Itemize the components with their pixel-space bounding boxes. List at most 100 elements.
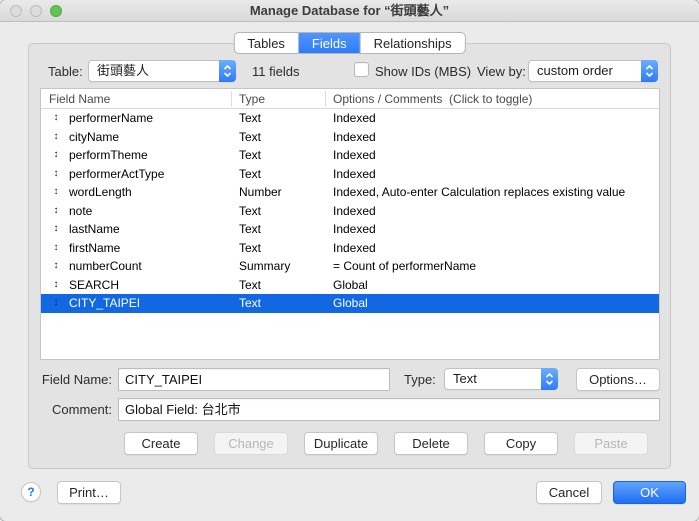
field-name-cell: note: [69, 203, 93, 218]
field-row[interactable]: ↕ lastName Text Indexed: [41, 220, 659, 239]
field-name-input[interactable]: CITY_TAIPEI: [118, 368, 390, 391]
cancel-button[interactable]: Cancel: [536, 481, 602, 504]
field-options-cell[interactable]: Global: [333, 294, 368, 313]
drag-handle-icon[interactable]: ↕: [50, 183, 62, 202]
field-name-cell: performerActType: [69, 166, 165, 181]
field-name-cell: SEARCH: [69, 277, 120, 292]
drag-handle-icon[interactable]: ↕: [50, 109, 62, 128]
field-name-cell: performerName: [69, 111, 154, 125]
field-name-cell: performTheme: [69, 148, 148, 162]
drag-handle-icon[interactable]: ↕: [50, 202, 62, 221]
column-header-field-name[interactable]: Field Name: [49, 89, 110, 109]
field-type-cell: Text: [239, 203, 262, 218]
field-options-cell[interactable]: Indexed: [333, 239, 376, 258]
column-divider: [231, 91, 232, 107]
drag-handle-icon[interactable]: ↕: [50, 239, 62, 258]
field-row[interactable]: ↕ performTheme Text Indexed: [41, 146, 659, 165]
comment-label: Comment:: [52, 402, 112, 417]
action-button-row: Create Change Duplicate Delete Copy Paste: [124, 432, 648, 455]
column-header-type[interactable]: Type: [239, 89, 265, 109]
field-type-cell: Text: [239, 148, 262, 162]
field-row[interactable]: ↕ numberCount Summary = Count of perform…: [41, 257, 659, 276]
field-list-rows: ↕ performerName Text Indexed ↕ cityName …: [41, 109, 659, 359]
field-row[interactable]: ↕ SEARCH Text Global: [41, 276, 659, 295]
popup-stepper-icon: [219, 60, 236, 82]
tab-fields[interactable]: Fields: [298, 33, 361, 53]
field-options-cell[interactable]: Global: [333, 276, 368, 295]
drag-handle-icon[interactable]: ↕: [50, 165, 62, 184]
column-header-options[interactable]: Options / Comments (Click to toggle): [333, 89, 532, 109]
help-button[interactable]: ?: [21, 482, 41, 502]
field-name-cell: cityName: [69, 129, 120, 144]
field-row[interactable]: ↕ cityName Text Indexed: [41, 128, 659, 147]
drag-handle-icon[interactable]: ↕: [50, 128, 62, 147]
view-by-label: View by:: [477, 64, 526, 79]
window-title: Manage Database for “街頭藝人”: [249, 3, 450, 18]
field-options-cell[interactable]: Indexed, Auto-enter Calculation replaces…: [333, 183, 625, 202]
field-row[interactable]: ↕ performerActType Text Indexed: [41, 165, 659, 184]
field-type-cell: Text: [239, 129, 262, 144]
field-options-cell[interactable]: Indexed: [333, 128, 376, 147]
copy-button[interactable]: Copy: [484, 432, 558, 455]
field-options-cell[interactable]: Indexed: [333, 109, 376, 128]
comment-input[interactable]: Global Field: 台北市: [118, 398, 660, 421]
drag-handle-icon[interactable]: ↕: [50, 220, 62, 239]
field-row[interactable]: ↕ CITY_TAIPEI Text Global: [41, 294, 659, 313]
popup-stepper-icon: [641, 60, 658, 82]
field-name-cell: firstName: [69, 240, 121, 255]
field-name-cell: CITY_TAIPEI: [69, 296, 141, 310]
title-bar: Manage Database for “街頭藝人”: [0, 0, 699, 22]
field-row[interactable]: ↕ performerName Text Indexed: [41, 109, 659, 128]
field-type-cell: Text: [239, 222, 262, 236]
type-popup[interactable]: Text: [444, 368, 558, 390]
traffic-lights: [10, 5, 62, 17]
drag-handle-icon[interactable]: ↕: [50, 276, 62, 295]
view-by-popup[interactable]: custom order: [528, 60, 658, 82]
field-type-cell: Text: [239, 277, 262, 292]
field-type-cell: Number: [239, 185, 282, 199]
zoom-button[interactable]: [50, 5, 62, 17]
field-options-cell[interactable]: Indexed: [333, 146, 376, 165]
minimize-button[interactable]: [30, 5, 42, 17]
field-list-header[interactable]: Field Name Type Options / Comments (Clic…: [41, 89, 659, 109]
ok-button[interactable]: OK: [613, 481, 686, 504]
print-button[interactable]: Print…: [57, 481, 121, 504]
field-options-cell[interactable]: Indexed: [333, 220, 376, 239]
manage-database-dialog: Manage Database for “街頭藝人” Tables Fields R…: [0, 0, 699, 521]
field-options-cell[interactable]: = Count of performerName: [333, 257, 476, 276]
table-label: Table:: [48, 64, 83, 79]
type-popup-value: Text: [453, 371, 477, 386]
create-button[interactable]: Create: [124, 432, 198, 455]
table-popup[interactable]: 街頭藝人: [88, 60, 236, 82]
field-type-cell: Text: [239, 240, 262, 255]
drag-handle-icon[interactable]: ↕: [50, 257, 62, 276]
field-options-cell[interactable]: Indexed: [333, 165, 376, 184]
field-type-cell: Text: [239, 111, 262, 125]
field-name-cell: wordLength: [69, 185, 132, 199]
field-row[interactable]: ↕ wordLength Number Indexed, Auto-enter …: [41, 183, 659, 202]
show-ids-label[interactable]: Show IDs (MBS): [375, 64, 471, 80]
drag-handle-icon[interactable]: ↕: [50, 146, 62, 165]
tab-tables[interactable]: Tables: [234, 33, 299, 53]
view-by-popup-value: custom order: [537, 63, 613, 78]
change-button[interactable]: Change: [214, 432, 288, 455]
drag-handle-icon[interactable]: ↕: [50, 294, 62, 313]
tab-relationships[interactable]: Relationships: [361, 33, 465, 53]
close-button[interactable]: [10, 5, 22, 17]
field-name-cell: lastName: [69, 222, 120, 236]
fields-count: 11 fields: [252, 64, 300, 79]
field-row[interactable]: ↕ note Text Indexed: [41, 202, 659, 221]
duplicate-button[interactable]: Duplicate: [304, 432, 378, 455]
field-row[interactable]: ↕ firstName Text Indexed: [41, 239, 659, 258]
field-options-cell[interactable]: Indexed: [333, 202, 376, 221]
show-ids-checkbox[interactable]: [354, 62, 369, 77]
field-name-cell: numberCount: [69, 259, 142, 273]
popup-stepper-icon: [541, 368, 558, 390]
options-button[interactable]: Options…: [576, 368, 660, 391]
delete-button[interactable]: Delete: [394, 432, 468, 455]
paste-button[interactable]: Paste: [574, 432, 648, 455]
field-type-cell: Summary: [239, 259, 291, 273]
column-divider: [325, 91, 326, 107]
field-type-cell: Text: [239, 166, 262, 181]
table-popup-value: 街頭藝人: [97, 63, 150, 78]
